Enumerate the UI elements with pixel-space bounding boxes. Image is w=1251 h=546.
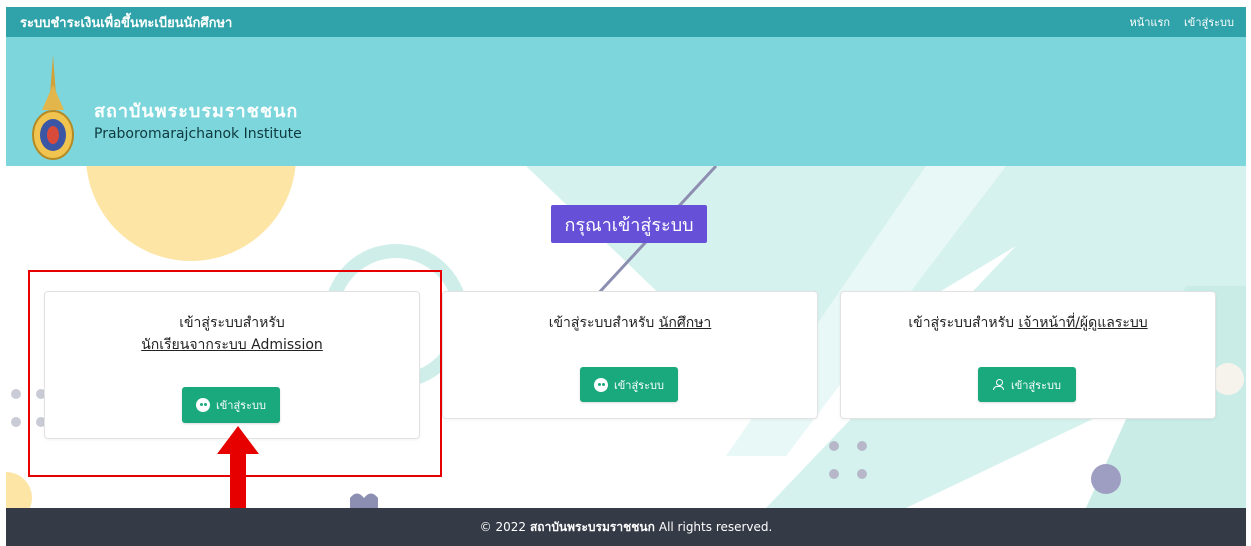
login-card-admission: เข้าสู่ระบบสำหรับ นักเรียนจากระบบ Admiss…	[44, 291, 420, 439]
institute-name-th: สถาบันพระบรมราชชนก	[94, 101, 299, 122]
student-login-label: เข้าสู่ระบบ	[614, 378, 664, 392]
login-card-staff: เข้าสู่ระบบสำหรับ เจ้าหน้าที่/ผู้ดูแลระบ…	[840, 291, 1216, 419]
institute-name-en: Praboromarajchanok Institute	[94, 126, 302, 142]
footer-copyright: © 2022	[479, 520, 526, 534]
admission-login-label: เข้าสู่ระบบ	[216, 399, 266, 412]
staff-login-button[interactable]: เข้าสู่ระบบ	[978, 367, 1076, 402]
user-icon	[993, 378, 1005, 391]
login-card-student: เข้าสู่ระบบสำหรับ นักศึกษา เข้าสู่ระบบ	[442, 291, 818, 419]
footer: © 2022 สถาบันพระบรมราชชนก All rights res…	[6, 508, 1246, 546]
top-navbar: ระบบชำระเงินเพื่อขึ้นทะเบียนนักศึกษา หน้…	[6, 7, 1246, 37]
institute-header: สถาบันพระบรมราชชนก Praboromarajchanok In…	[6, 37, 1246, 166]
institute-logo	[32, 55, 74, 160]
top-nav-links: หน้าแรก เข้าสู่ระบบ	[1129, 13, 1234, 31]
nav-login-link[interactable]: เข้าสู่ระบบ	[1184, 13, 1234, 31]
smiley-icon	[594, 377, 609, 392]
card-staff-target: เจ้าหน้าที่/ผู้ดูแลระบบ	[1018, 315, 1148, 331]
admission-login-button[interactable]: เข้าสู่ระบบ	[182, 387, 280, 423]
footer-org: สถาบันพระบรมราชชนก	[529, 519, 655, 534]
card-student-label: เข้าสู่ระบบสำหรับ นักศึกษา	[443, 312, 817, 334]
page-title: กรุณาเข้าสู่ระบบ	[551, 205, 707, 243]
card-student-target: นักศึกษา	[658, 315, 712, 331]
staff-login-label: เข้าสู่ระบบ	[1011, 378, 1061, 392]
card-student-prefix: เข้าสู่ระบบสำหรับ	[548, 315, 655, 331]
system-title[interactable]: ระบบชำระเงินเพื่อขึ้นทะเบียนนักศึกษา	[20, 12, 232, 33]
smiley-icon	[196, 398, 211, 412]
card-staff-label: เข้าสู่ระบบสำหรับ เจ้าหน้าที่/ผู้ดูแลระบ…	[841, 312, 1215, 334]
card-admission-line1: เข้าสู่ระบบสำหรับ	[179, 315, 285, 331]
red-arrow-up-icon	[217, 426, 259, 518]
footer-rights: All rights reserved.	[658, 520, 773, 534]
card-admission-target: นักเรียนจากระบบ Admission	[141, 337, 323, 353]
card-staff-prefix: เข้าสู่ระบบสำหรับ	[908, 315, 1014, 331]
student-login-button[interactable]: เข้าสู่ระบบ	[580, 367, 678, 402]
nav-home-link[interactable]: หน้าแรก	[1129, 13, 1170, 31]
